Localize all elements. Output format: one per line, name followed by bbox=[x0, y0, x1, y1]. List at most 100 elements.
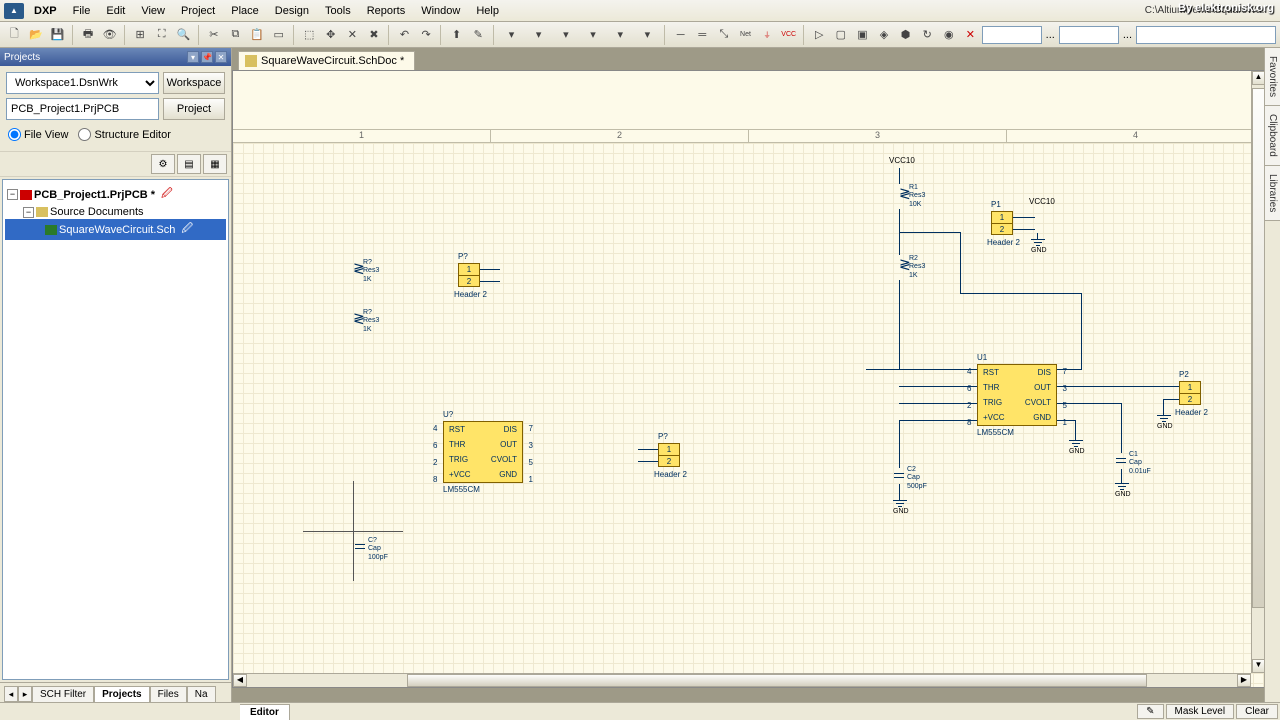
tb-wire[interactable]: ─ bbox=[670, 24, 691, 46]
tb-noerc[interactable]: ✕ bbox=[960, 24, 981, 46]
gnd-c2[interactable]: GND bbox=[893, 500, 907, 510]
tb-save[interactable]: 💾 bbox=[47, 24, 68, 46]
menu-reports[interactable]: Reports bbox=[359, 3, 414, 19]
comp-c1[interactable]: C1Cap0.01uF bbox=[1116, 453, 1126, 469]
gnd-p2[interactable]: GND bbox=[1157, 415, 1171, 425]
tb-zoom-fit[interactable]: ⛶ bbox=[151, 24, 172, 46]
comp-ic-right[interactable]: U1 RSTDIS THROUT TRIGCVOLT +VCCGND LM555… bbox=[977, 364, 1057, 426]
tb-deselect[interactable]: ✕ bbox=[342, 24, 363, 46]
tab-nav[interactable]: Na bbox=[187, 686, 216, 702]
comp-c2[interactable]: C2Cap500pF bbox=[894, 468, 904, 484]
filter-input-2[interactable] bbox=[1059, 26, 1119, 44]
tb-hier-up[interactable]: ⬆ bbox=[446, 24, 467, 46]
comp-header-p2[interactable]: P2 12 Header 2 bbox=[1179, 381, 1201, 405]
tb-bus[interactable]: ═ bbox=[692, 24, 713, 46]
tb-sel-mode[interactable]: ▾ bbox=[498, 24, 524, 46]
menu-design[interactable]: Design bbox=[267, 3, 317, 19]
status-clear[interactable]: Clear bbox=[1236, 704, 1278, 719]
comp-cap-cursor[interactable]: C?Cap100pF bbox=[355, 539, 365, 555]
tb-rubber[interactable]: ▭ bbox=[268, 24, 289, 46]
tb-sheetentry[interactable]: ▣ bbox=[852, 24, 873, 46]
menu-place[interactable]: Place bbox=[223, 3, 267, 19]
panel-tool-2[interactable]: ▤ bbox=[177, 154, 201, 174]
tree-project[interactable]: − PCB_Project1.PrjPCB * 🖉 bbox=[5, 184, 226, 205]
tb-align-mode[interactable]: ▾ bbox=[526, 24, 552, 46]
tree-sourcedocs[interactable]: − Source Documents bbox=[5, 205, 226, 219]
tb-grid-mode[interactable]: ▾ bbox=[634, 24, 660, 46]
comp-r-top[interactable]: ≷ R?Res31K bbox=[353, 261, 361, 283]
tb-clear[interactable]: ✖ bbox=[364, 24, 385, 46]
workspace-select[interactable]: Workspace1.DsnWrk bbox=[6, 72, 159, 94]
tb-cross[interactable]: ↻ bbox=[917, 24, 938, 46]
sidetab-clipboard[interactable]: Clipboard bbox=[1265, 106, 1280, 166]
tb-netlabel[interactable]: Net bbox=[735, 24, 756, 46]
tb-align-mode2[interactable]: ▾ bbox=[553, 24, 579, 46]
comp-header-p-left[interactable]: P? 12 Header 2 bbox=[458, 263, 480, 287]
menu-help[interactable]: Help bbox=[468, 3, 507, 19]
status-masklevel[interactable]: Mask Level bbox=[1166, 704, 1235, 719]
menu-window[interactable]: Window bbox=[413, 3, 468, 19]
status-tab-editor[interactable]: Editor bbox=[240, 704, 290, 720]
panel-tool-1[interactable]: ⚙ bbox=[151, 154, 175, 174]
sidetab-libraries[interactable]: Libraries bbox=[1265, 166, 1280, 221]
tabs-scroll-left[interactable]: ◂ bbox=[4, 686, 18, 702]
tb-undo[interactable]: ↶ bbox=[394, 24, 415, 46]
tb-preview[interactable]: 👁 bbox=[99, 24, 120, 46]
menu-edit[interactable]: Edit bbox=[98, 3, 133, 19]
project-button[interactable]: Project bbox=[163, 98, 225, 120]
tb-busentry[interactable]: ⤡ bbox=[714, 24, 735, 46]
net-vcc10-b[interactable]: VCC10 bbox=[1029, 197, 1055, 206]
tb-power[interactable]: ⏚ bbox=[757, 24, 778, 46]
tb-paste[interactable]: 📋 bbox=[247, 24, 268, 46]
structure-editor-radio[interactable]: Structure Editor bbox=[78, 128, 170, 141]
panel-autohide-icon[interactable]: ▾ bbox=[187, 51, 199, 63]
tb-part[interactable]: ▷ bbox=[809, 24, 830, 46]
vscrollbar[interactable]: ▲ ▼ bbox=[1251, 71, 1265, 673]
tb-sheet[interactable]: ▢ bbox=[831, 24, 852, 46]
tab-files[interactable]: Files bbox=[150, 686, 187, 702]
filter-input-3[interactable] bbox=[1136, 26, 1276, 44]
comp-header-p-mid[interactable]: P? 12 Header 2 bbox=[658, 443, 680, 467]
tb-port[interactable]: ◈ bbox=[874, 24, 895, 46]
menu-file[interactable]: File bbox=[65, 3, 99, 19]
tb-zoom-sel[interactable]: 🔍 bbox=[173, 24, 194, 46]
tb-align-mode3[interactable]: ▾ bbox=[580, 24, 606, 46]
filter-input-1[interactable] bbox=[982, 26, 1042, 44]
tb-probe[interactable]: ◉ bbox=[938, 24, 959, 46]
tb-select[interactable]: ⬚ bbox=[299, 24, 320, 46]
tb-move[interactable]: ✥ bbox=[320, 24, 341, 46]
gnd-u1[interactable]: GND bbox=[1069, 440, 1083, 450]
status-tool-icon[interactable]: ✎ bbox=[1137, 704, 1163, 719]
sidetab-favorites[interactable]: Favorites bbox=[1265, 48, 1280, 106]
hscrollbar[interactable]: ◀ ▶ bbox=[233, 673, 1251, 687]
comp-header-p1[interactable]: P1 12 Header 2 bbox=[991, 211, 1013, 235]
tab-projects[interactable]: Projects bbox=[94, 686, 149, 702]
comp-ic-left[interactable]: U? RSTDIS THROUT TRIGCVOLT +VCCGND LM555… bbox=[443, 421, 523, 483]
tb-print[interactable]: 🖶 bbox=[78, 24, 99, 46]
tb-new[interactable]: 🗋 bbox=[4, 24, 25, 46]
tb-hier-dn[interactable]: ✎ bbox=[468, 24, 489, 46]
panel-pin-icon[interactable]: 📌 bbox=[201, 51, 213, 63]
file-view-radio[interactable]: File View bbox=[8, 128, 68, 141]
net-vcc10-a[interactable]: VCC10 bbox=[889, 156, 915, 165]
gnd-c1[interactable]: GND bbox=[1115, 483, 1129, 493]
tb-cut[interactable]: ✂ bbox=[204, 24, 225, 46]
tab-sch-filter[interactable]: SCH Filter bbox=[32, 686, 94, 702]
document-tab[interactable]: SquareWaveCircuit.SchDoc * bbox=[238, 51, 415, 70]
tb-align-mode4[interactable]: ▾ bbox=[607, 24, 633, 46]
tree-schdoc[interactable]: SquareWaveCircuit.Sch 🖉 bbox=[5, 219, 226, 240]
panel-tool-3[interactable]: ▦ bbox=[203, 154, 227, 174]
comp-r2[interactable]: ≷ R2Res31K bbox=[899, 257, 907, 279]
project-field[interactable] bbox=[6, 98, 159, 120]
menu-tools[interactable]: Tools bbox=[317, 3, 359, 19]
schematic-canvas[interactable]: 1234 ≷ R?Res31K ≷ R?Res31K P? 12 H bbox=[232, 70, 1266, 688]
menu-dxp[interactable]: DXP bbox=[26, 3, 65, 19]
gnd-p1[interactable]: GND bbox=[1031, 239, 1045, 249]
comp-r1[interactable]: ≷ R1Res310K bbox=[899, 186, 907, 208]
tb-redo[interactable]: ↷ bbox=[416, 24, 437, 46]
comp-r-bot[interactable]: ≷ R?Res31K bbox=[353, 311, 361, 333]
tb-zoom-area[interactable]: ⊞ bbox=[130, 24, 151, 46]
project-tree[interactable]: − PCB_Project1.PrjPCB * 🖉 − Source Docum… bbox=[2, 179, 229, 680]
tb-vcc[interactable]: VCC bbox=[778, 24, 799, 46]
panel-close-icon[interactable]: ✕ bbox=[215, 51, 227, 63]
